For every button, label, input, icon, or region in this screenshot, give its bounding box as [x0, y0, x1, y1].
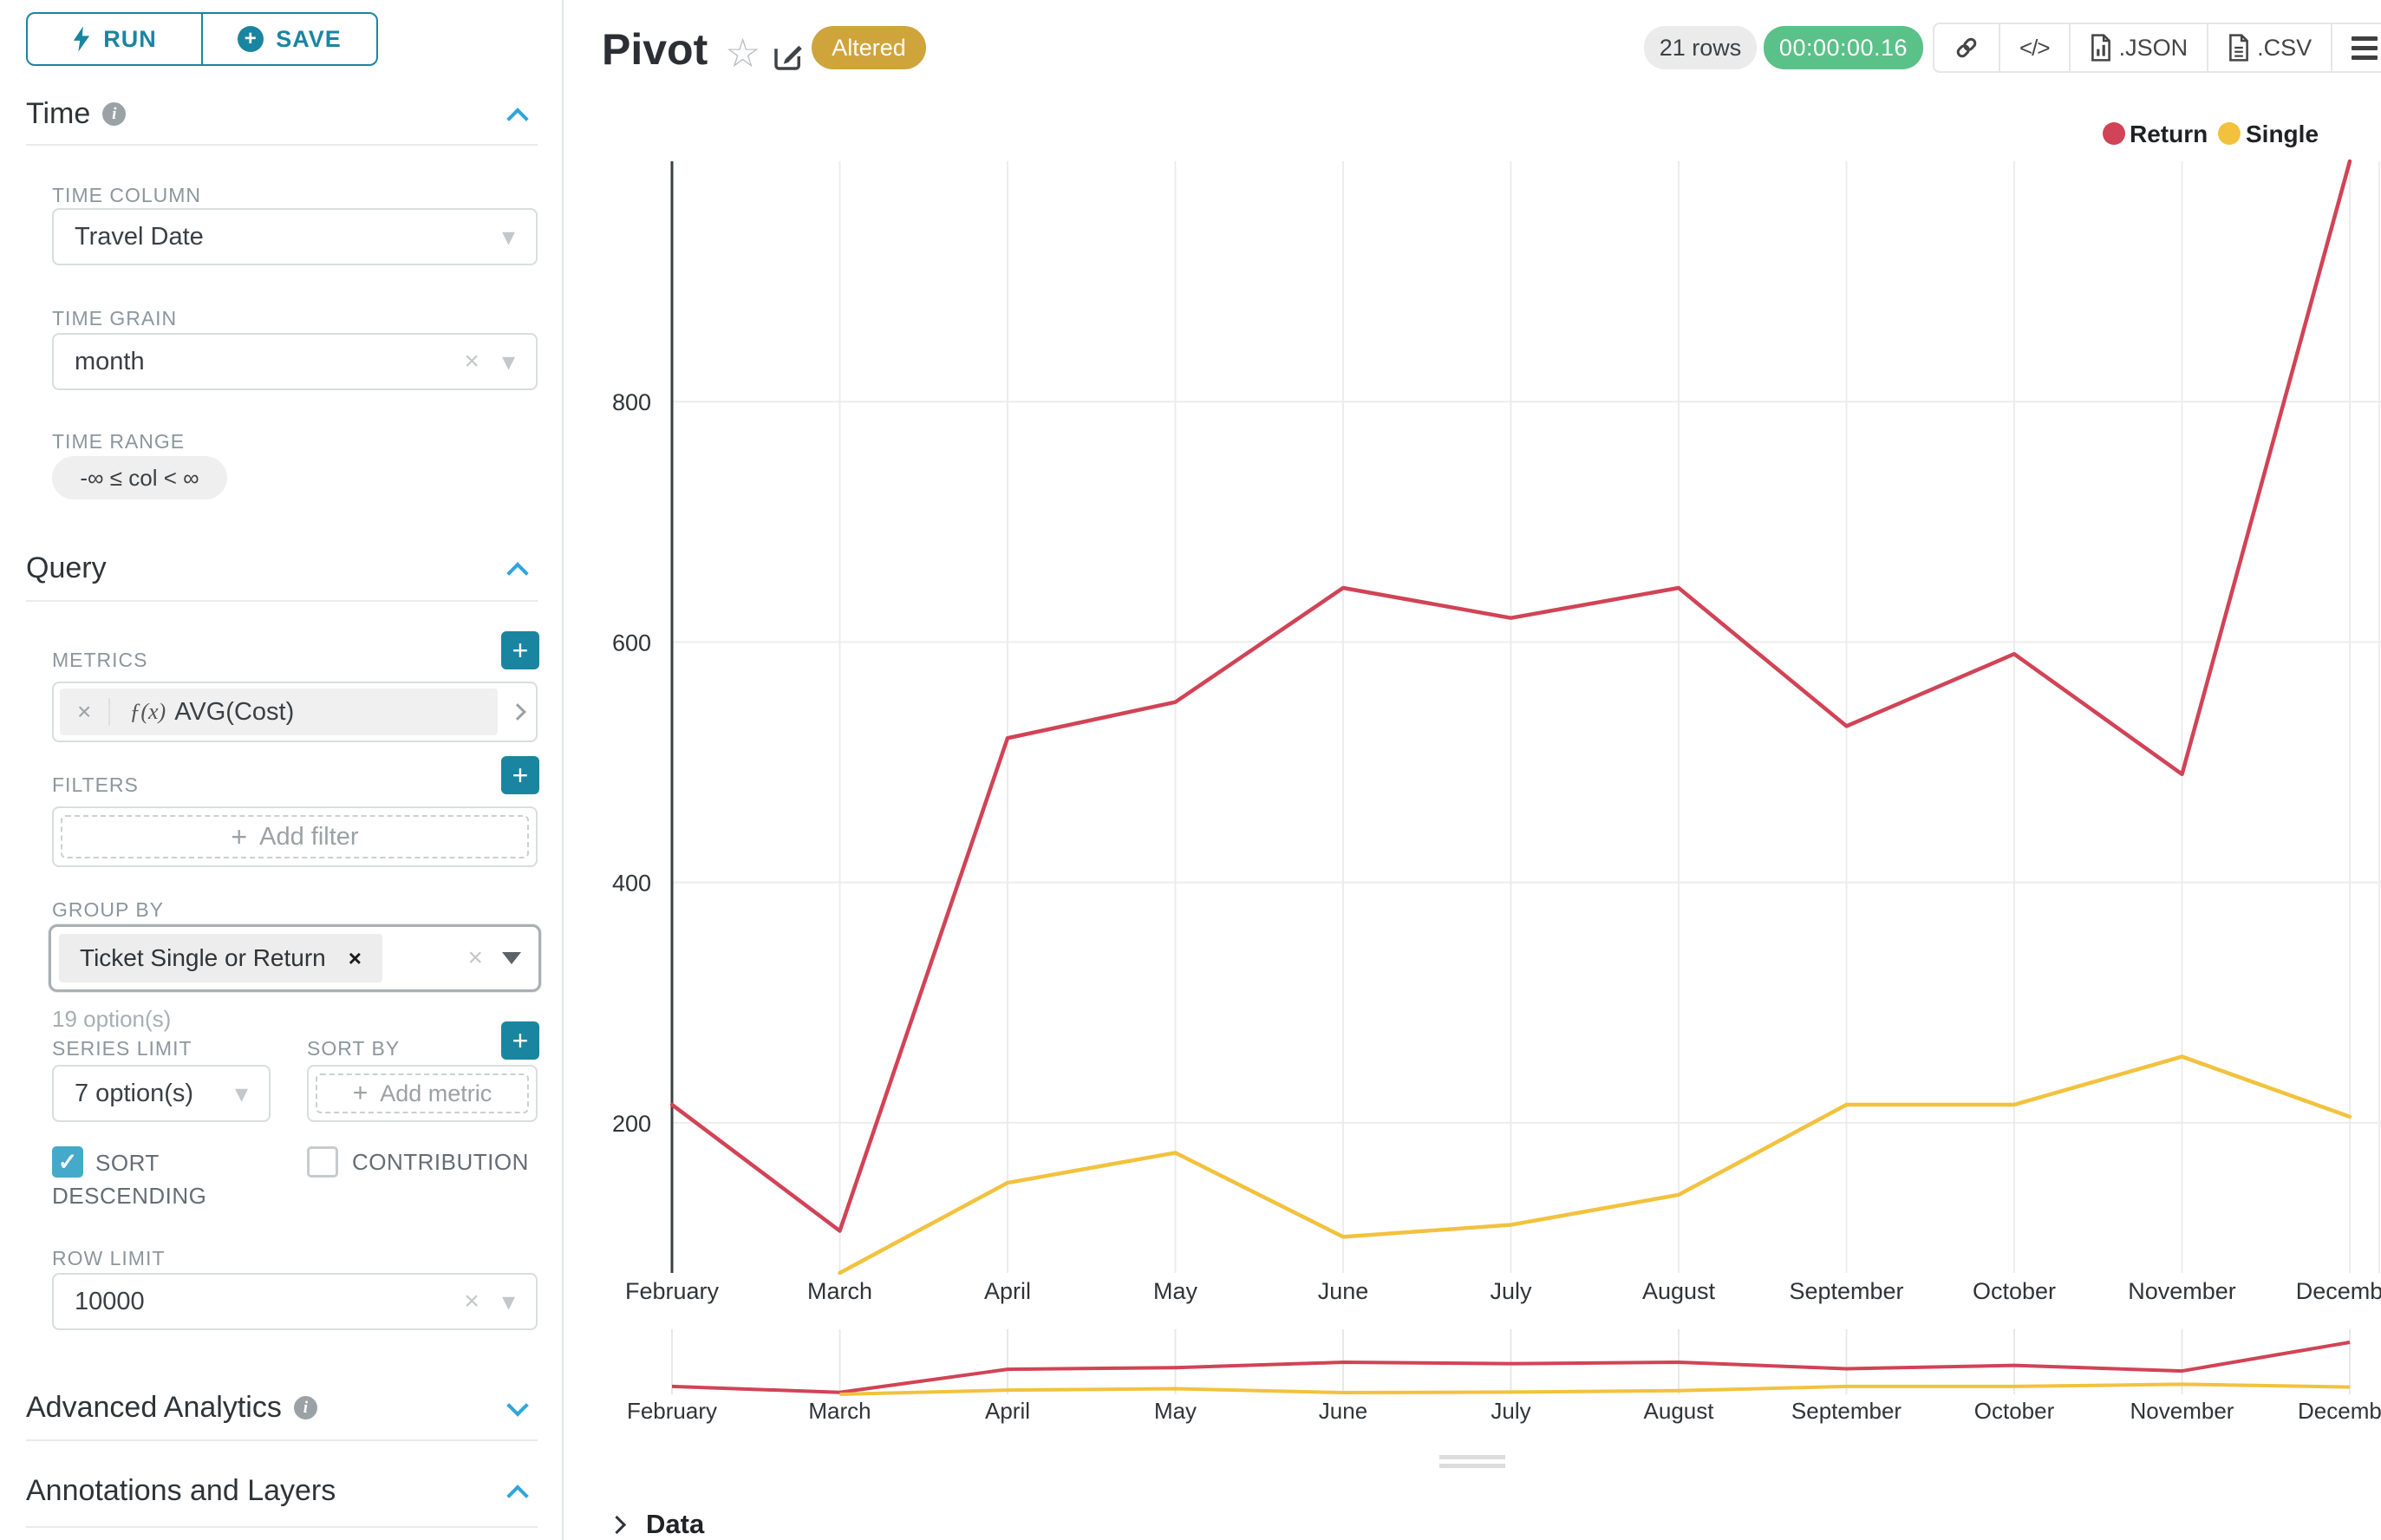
x-axis-tick-label: March — [807, 1278, 872, 1304]
y-axis-tick-label: 800 — [612, 389, 651, 415]
x-axis-tick-label: November — [2128, 1278, 2236, 1304]
x-axis-tick-label: February — [625, 1278, 720, 1304]
legend-swatch-single[interactable] — [2218, 122, 2241, 145]
x-axis-tick-label: June — [1318, 1278, 1369, 1304]
x-axis-tick-label: October — [1973, 1278, 2056, 1304]
x-axis-tick-label: August — [1642, 1278, 1716, 1304]
y-axis-tick-label: 600 — [612, 630, 651, 656]
data-panel-title: Data — [646, 1509, 704, 1540]
x-axis-tick-label: May — [1153, 1278, 1198, 1304]
y-axis-tick-label: 200 — [612, 1111, 651, 1137]
expand-data-chevron-right-icon — [608, 1515, 626, 1533]
panel-resize-handle[interactable] — [1439, 1455, 1505, 1468]
x-axis-tick-label: April — [984, 1278, 1031, 1304]
series-line-single — [840, 1057, 2351, 1273]
legend-swatch-return[interactable] — [2103, 122, 2125, 145]
x-axis-tick-label: September — [1789, 1278, 1903, 1304]
superset-explore-view: RUN + SAVE Time i TIME COLUMN Travel Dat… — [0, 0, 2381, 1540]
x-axis-tick-label: July — [1490, 1278, 1532, 1304]
line-chart-canvas: 200 400 600 800 February March April May June Jul… — [0, 0, 2381, 1540]
legend-label-single[interactable]: Single — [2246, 121, 2319, 147]
legend-label-return[interactable]: Return — [2130, 121, 2208, 147]
data-panel-header[interactable]: Data — [610, 1509, 704, 1540]
mini-chart-brush[interactable] — [668, 1329, 2381, 1416]
y-axis-tick-label: 400 — [612, 871, 651, 897]
x-axis-tick-label: December — [2296, 1278, 2381, 1304]
